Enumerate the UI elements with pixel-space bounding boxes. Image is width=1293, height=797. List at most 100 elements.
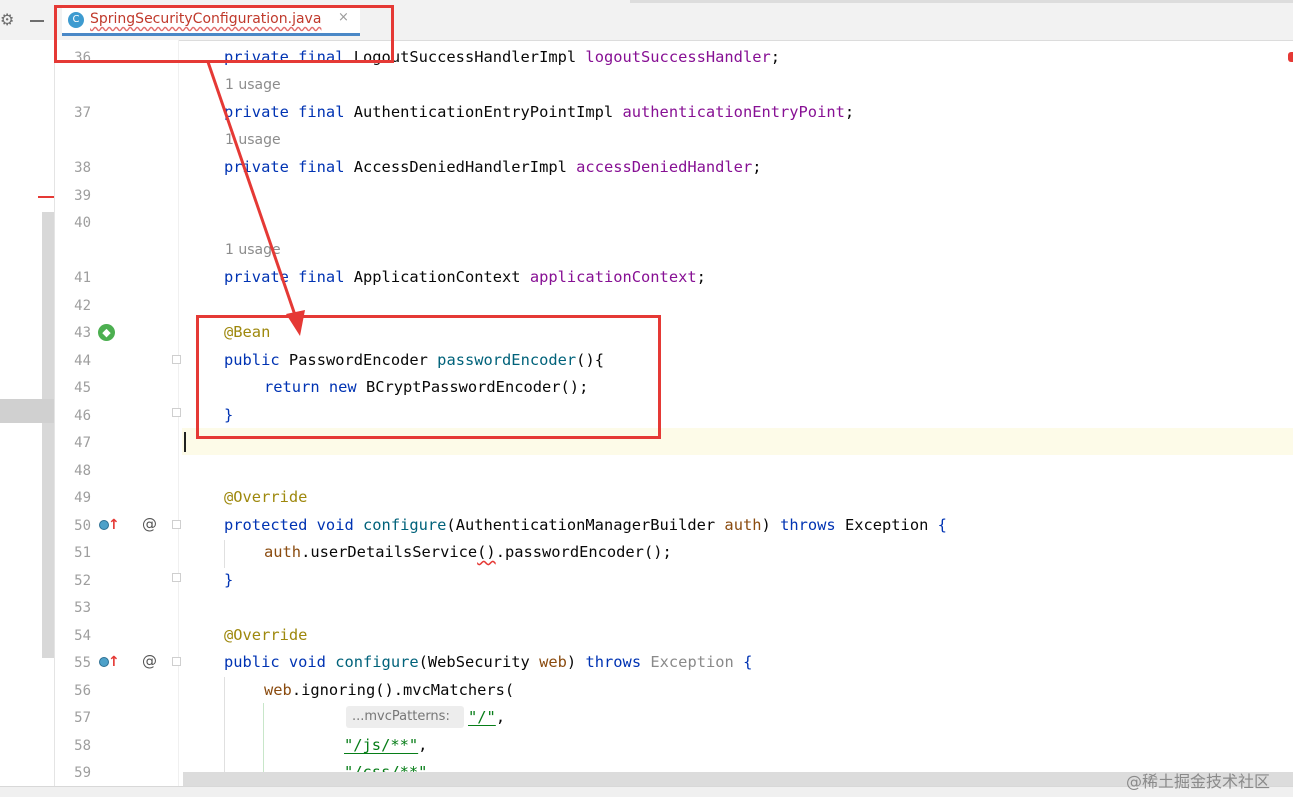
- fold-icon[interactable]: [172, 355, 181, 364]
- code-method-name: configure: [335, 653, 419, 671]
- code-field: accessDeniedHandler: [576, 158, 753, 176]
- line-number[interactable]: 43: [55, 324, 91, 342]
- code-expression: .userDetailsService: [301, 543, 478, 561]
- line-number[interactable]: 58: [55, 737, 91, 755]
- watermark: @稀土掘金技术社区: [1126, 772, 1271, 791]
- code-line-55[interactable]: public void configure(WebSecurity web) t…: [224, 652, 752, 672]
- line-number[interactable]: 52: [55, 572, 91, 590]
- code-annotation: @Override: [224, 626, 308, 644]
- line-number[interactable]: 51: [55, 544, 91, 562]
- left-panel-scroll-area[interactable]: [42, 212, 54, 658]
- code-string: "/": [468, 708, 496, 726]
- override-arrow-icon[interactable]: ↑: [108, 655, 120, 669]
- usage-hint[interactable]: 1 usage: [225, 77, 281, 93]
- line-number[interactable]: 40: [55, 214, 91, 232]
- code-type: Exception: [650, 653, 734, 671]
- code-punct: ): [761, 516, 771, 534]
- usage-hint[interactable]: 1 usage: [225, 242, 281, 258]
- code-line-54[interactable]: @Override: [224, 625, 307, 645]
- code-param: auth: [264, 543, 302, 561]
- left-panel-selected-row[interactable]: [0, 399, 54, 423]
- settings-icon[interactable]: ⚙: [0, 11, 14, 29]
- code-punct: ;: [844, 103, 855, 121]
- annotation-icon[interactable]: @: [142, 516, 157, 532]
- code-punct: ;: [696, 268, 706, 286]
- fold-icon[interactable]: [172, 573, 181, 582]
- line-number[interactable]: 45: [55, 379, 91, 397]
- left-panel-marker: [38, 196, 54, 198]
- status-bar: [0, 786, 1293, 797]
- line-number[interactable]: 42: [55, 297, 91, 315]
- code-brace: {: [937, 516, 947, 534]
- code-line-38[interactable]: private final AccessDeniedHandlerImpl ac…: [224, 157, 762, 177]
- code-type: Exception: [844, 516, 929, 534]
- code-line-51[interactable]: auth.userDetailsService().passwordEncode…: [264, 542, 672, 562]
- code-punct: ,: [418, 736, 428, 754]
- indent-guide: [224, 677, 225, 786]
- code-expression: .passwordEncoder();: [495, 543, 672, 561]
- line-number[interactable]: 48: [55, 462, 91, 480]
- code-param: auth: [724, 516, 762, 534]
- minimize-icon[interactable]: [30, 20, 44, 22]
- line-number[interactable]: 38: [55, 159, 91, 177]
- parameter-name-hint[interactable]: ...mvcPatterns:: [346, 706, 464, 728]
- line-number[interactable]: 44: [55, 352, 91, 370]
- code-punct: ;: [752, 158, 762, 176]
- line-number[interactable]: 41: [55, 269, 91, 287]
- line-number[interactable]: 39: [55, 187, 91, 205]
- line-number[interactable]: 55: [55, 654, 91, 672]
- line-number[interactable]: 53: [55, 599, 91, 617]
- code-error-highlight[interactable]: (): [477, 543, 496, 561]
- fold-icon[interactable]: [172, 408, 181, 417]
- code-keyword: private final: [224, 158, 345, 176]
- code-method-name: configure: [363, 516, 447, 534]
- code-punct: ;: [770, 48, 781, 66]
- code-brace: {: [743, 653, 753, 671]
- code-param: web: [539, 653, 567, 671]
- code-keyword: private final: [224, 268, 345, 286]
- line-number[interactable]: 54: [55, 627, 91, 645]
- code-keyword: public void: [224, 653, 326, 671]
- code-line-56[interactable]: web.ignoring().mvcMatchers(: [264, 680, 514, 700]
- code-line-52[interactable]: }: [224, 570, 233, 590]
- code-line-58[interactable]: "/js/**",: [344, 735, 427, 755]
- fold-icon[interactable]: [172, 520, 181, 529]
- code-type: (AuthenticationManagerBuilder: [446, 516, 716, 534]
- code-expression: .ignoring().mvcMatchers(: [291, 681, 515, 699]
- line-number[interactable]: 47: [55, 434, 91, 452]
- code-string: "/js/**": [344, 736, 419, 754]
- code-type: ApplicationContext: [353, 268, 521, 286]
- code-param: web: [264, 681, 292, 699]
- code-type: AccessDeniedHandlerImpl: [353, 158, 567, 176]
- top-divider: [630, 0, 1293, 3]
- line-number[interactable]: 46: [55, 407, 91, 425]
- code-line-41[interactable]: private final ApplicationContext applica…: [224, 267, 706, 287]
- override-arrow-icon[interactable]: ↑: [108, 518, 120, 532]
- code-line-57[interactable]: "/",: [468, 707, 505, 727]
- line-number[interactable]: 49: [55, 489, 91, 507]
- code-keyword: throws: [780, 516, 836, 534]
- annotation-icon[interactable]: @: [142, 653, 157, 669]
- bean-icon[interactable]: ◆: [98, 324, 115, 341]
- fold-icon[interactable]: [172, 657, 181, 666]
- code-type: AuthenticationEntryPointImpl: [353, 103, 614, 121]
- code-keyword: private final: [224, 103, 345, 121]
- code-punct: ,: [495, 708, 506, 726]
- line-number[interactable]: 37: [55, 104, 91, 122]
- code-keyword: protected void: [224, 516, 354, 534]
- code-keyword: throws: [585, 653, 642, 671]
- code-punct: ): [566, 653, 577, 671]
- line-number[interactable]: 59: [55, 764, 91, 782]
- code-field: logoutSuccessHandler: [585, 48, 771, 66]
- code-field: applicationContext: [529, 268, 697, 286]
- code-line-37[interactable]: private final AuthenticationEntryPointIm…: [224, 102, 854, 122]
- line-number[interactable]: 50: [55, 517, 91, 535]
- error-stripe-marker[interactable]: [1288, 52, 1293, 62]
- indent-guide: [224, 540, 225, 568]
- line-number[interactable]: 56: [55, 682, 91, 700]
- code-line-49[interactable]: @Override: [224, 487, 307, 507]
- code-line-50[interactable]: protected void configure(AuthenticationM…: [224, 515, 947, 535]
- usage-hint[interactable]: 1 usage: [225, 132, 281, 148]
- line-number[interactable]: 57: [55, 709, 91, 727]
- code-brace: }: [224, 571, 234, 589]
